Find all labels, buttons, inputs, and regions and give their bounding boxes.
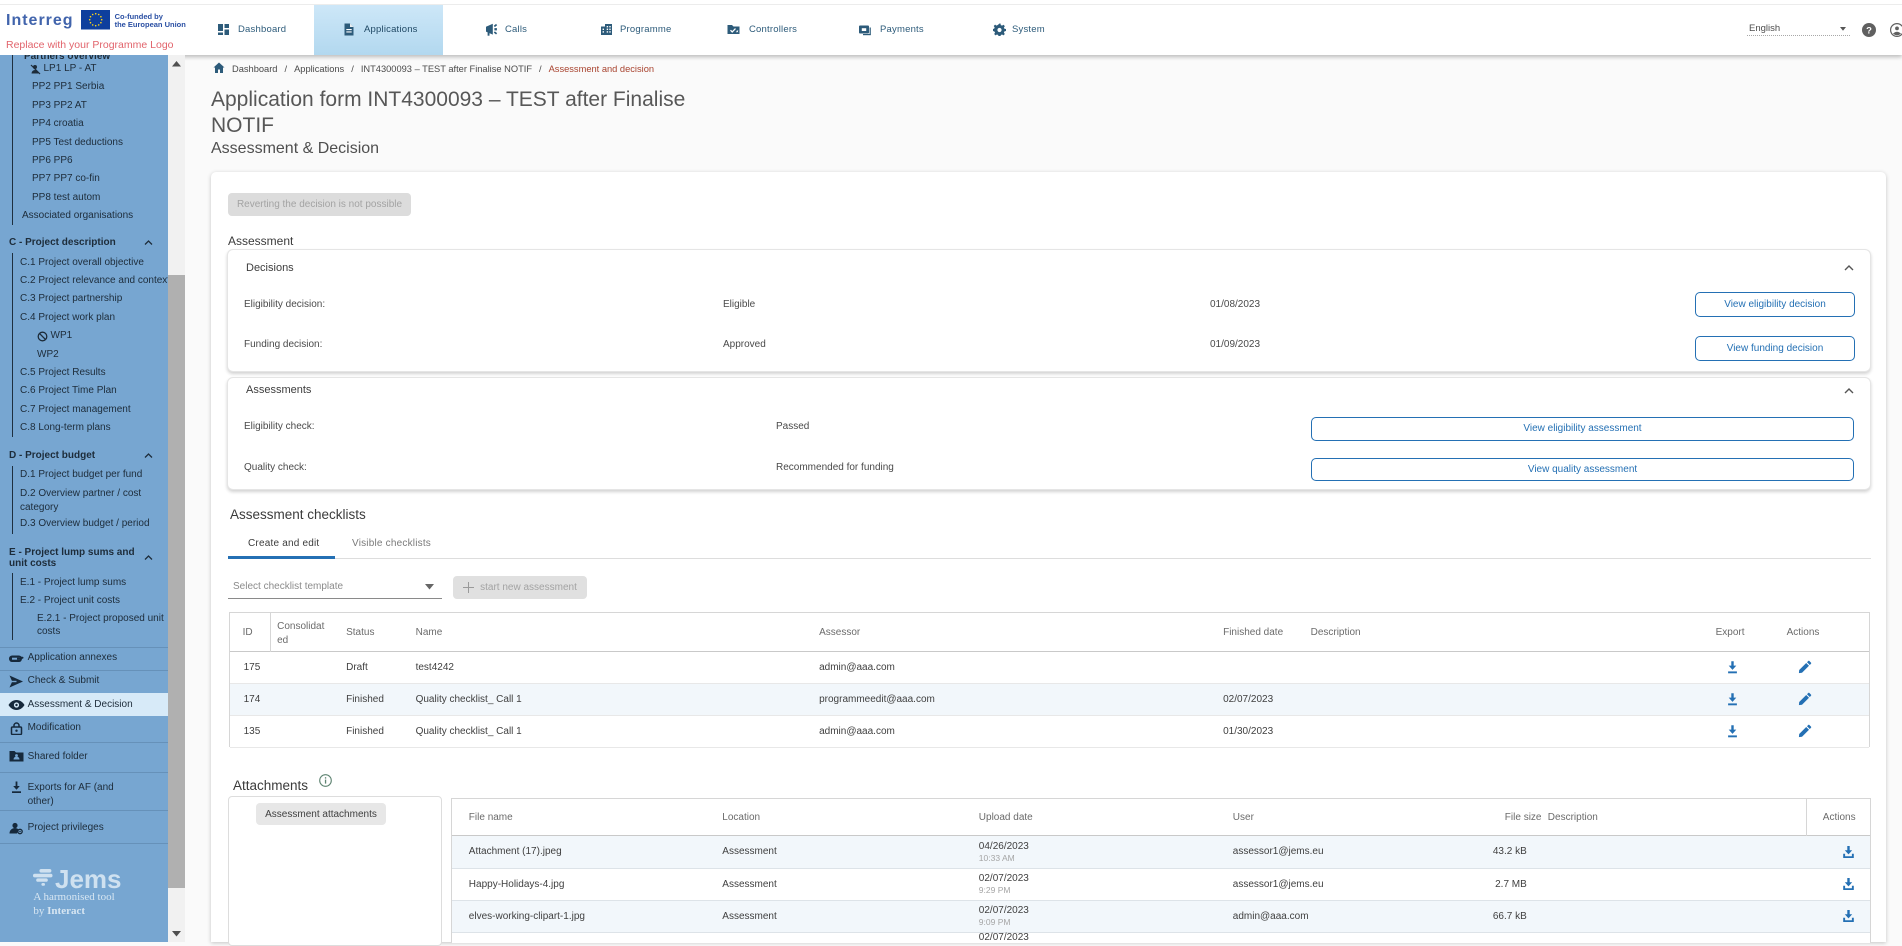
svg-text:?: ? bbox=[1866, 26, 1872, 37]
